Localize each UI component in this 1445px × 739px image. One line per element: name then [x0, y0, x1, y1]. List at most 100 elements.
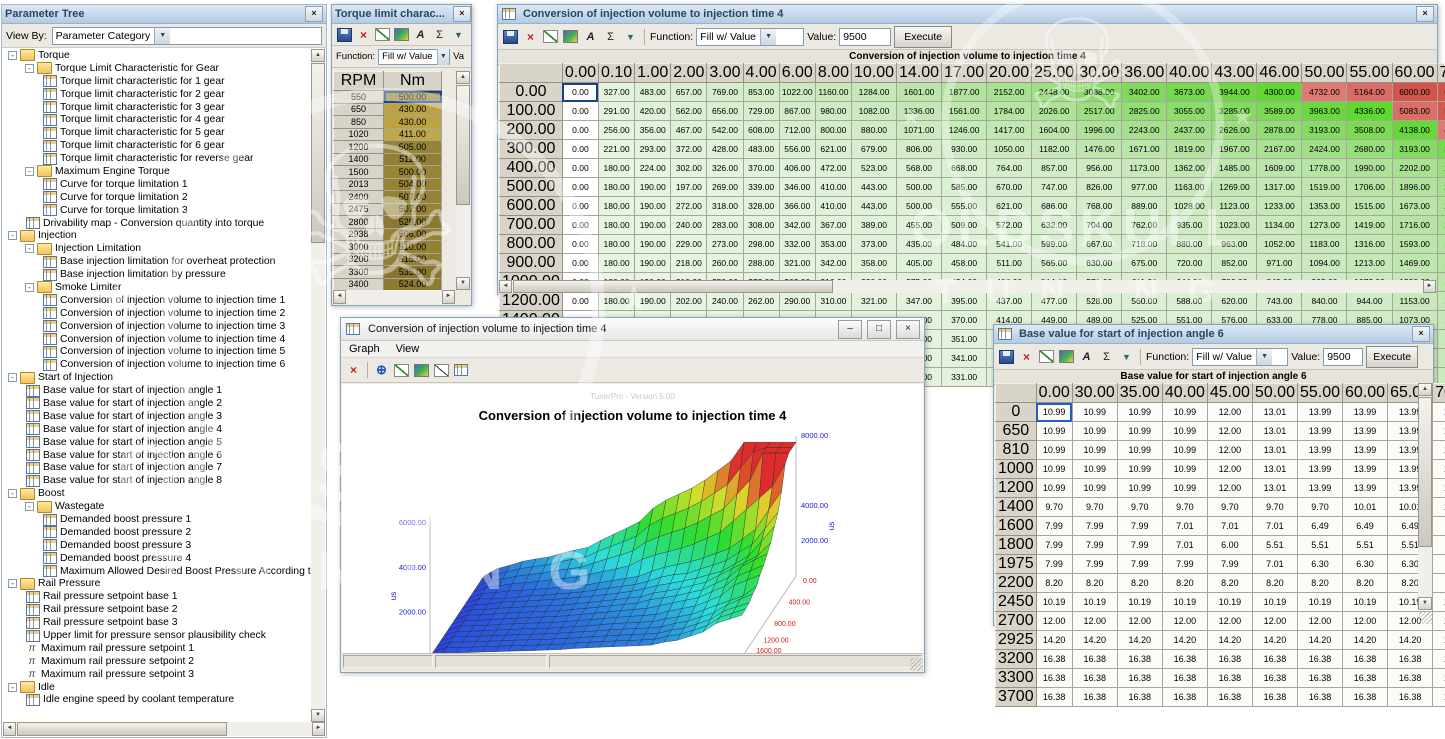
table-cell[interactable]: 980.00 — [815, 102, 851, 121]
table-cell[interactable]: 16.38 — [1207, 669, 1252, 688]
table-cell[interactable]: 10.19 — [1117, 593, 1162, 612]
table-cell[interactable]: 720.00 — [1167, 254, 1212, 273]
table-cell[interactable]: 197.00 — [671, 178, 707, 197]
table-cell[interactable]: 13.99 — [1433, 441, 1445, 460]
table-cell[interactable]: 12.00 — [1252, 612, 1297, 631]
table-cell[interactable]: 3402.00 — [1122, 83, 1167, 102]
table-cell[interactable]: 840.00 — [1302, 292, 1347, 311]
table-cell[interactable]: 0.00 — [562, 140, 598, 159]
tree-item[interactable]: Base value for start of injection angle … — [4, 384, 311, 397]
table-cell[interactable]: 0.00 — [562, 83, 598, 102]
row-header[interactable]: 1200 — [334, 141, 384, 154]
table-cell[interactable]: 528.00 — [1077, 292, 1122, 311]
table-cell[interactable]: 372.00 — [671, 140, 707, 159]
function-select[interactable]: Fill w/ Value ▼ — [378, 49, 450, 65]
table-cell[interactable]: 500.00 — [897, 178, 942, 197]
table-cell[interactable]: 10.99 — [1072, 422, 1117, 441]
table-cell[interactable]: 560.00 — [1122, 292, 1167, 311]
tree-item[interactable]: Conversion of injection volume to inject… — [4, 333, 311, 346]
row-header[interactable]: 2450 — [996, 593, 1037, 612]
table-cell[interactable]: 2272.00 — [1437, 178, 1445, 197]
table-cell[interactable]: 0.00 — [562, 121, 598, 140]
conversion-horizontal-scrollbar[interactable]: ◄ ► — [499, 280, 1436, 293]
table-cell[interactable]: 1673.00 — [1392, 197, 1437, 216]
table-cell[interactable]: 6.30 — [1343, 555, 1388, 574]
table-cell[interactable]: 437.00 — [987, 292, 1032, 311]
tree-item[interactable]: Torque limit characteristic for reverse … — [4, 152, 311, 165]
table-cell[interactable]: 13.01 — [1252, 403, 1297, 422]
table-cell[interactable]: 10.99 — [1036, 441, 1072, 460]
table-cell[interactable]: 1173.00 — [1122, 159, 1167, 178]
table-cell[interactable]: 1469.00 — [1392, 254, 1437, 273]
table-cell[interactable]: 240.00 — [707, 292, 743, 311]
table-cell[interactable]: 4138.00 — [1392, 121, 1437, 140]
table-cell[interactable]: 16.38 — [1036, 650, 1072, 669]
row-header[interactable]: 2013 — [334, 178, 384, 191]
table-cell[interactable]: 7.99 — [1117, 536, 1162, 555]
table-cell[interactable]: 762.00 — [1122, 216, 1167, 235]
scroll-thumb[interactable] — [456, 85, 470, 205]
table-cell[interactable]: 977.00 — [1122, 178, 1167, 197]
view-by-select[interactable]: Parameter Category ▼ — [52, 27, 322, 45]
table-cell[interactable]: 180.00 — [598, 235, 634, 254]
row-header[interactable]: 3200 — [334, 253, 384, 266]
row-header[interactable]: 1200 — [996, 479, 1037, 498]
table-cell[interactable]: 389.00 — [851, 216, 896, 235]
column-header[interactable]: 3.00 — [707, 64, 743, 83]
table-cell[interactable]: 190.00 — [635, 197, 671, 216]
tree-item[interactable]: πMaximum rail pressure setpoint 3 — [4, 668, 311, 681]
table-cell[interactable]: 3963.00 — [1302, 102, 1347, 121]
surface-chart-button[interactable] — [1058, 349, 1075, 365]
table-cell[interactable]: 0.00 — [562, 235, 598, 254]
table-cell[interactable]: 7.01 — [1207, 517, 1252, 536]
table-cell[interactable]: 293.00 — [635, 140, 671, 159]
table-cell[interactable]: 13.01 — [1252, 479, 1297, 498]
table-cell[interactable]: 8.20 — [1117, 574, 1162, 593]
table-cell[interactable]: 14.20 — [1433, 631, 1445, 650]
table-cell[interactable]: 443.00 — [851, 197, 896, 216]
table-cell[interactable]: 370.00 — [942, 311, 987, 330]
table-cell[interactable]: 620.00 — [1212, 292, 1257, 311]
row-header[interactable]: 1800 — [996, 536, 1037, 555]
tree-item[interactable]: πMaximum rail pressure setpoint 2 — [4, 655, 311, 668]
table-cell[interactable]: 1419.00 — [1347, 216, 1392, 235]
row-header[interactable]: 100.00 — [500, 102, 563, 121]
delete-button[interactable]: × — [345, 362, 362, 378]
table-cell[interactable]: 420.00 — [635, 102, 671, 121]
row-header[interactable]: 1020 — [334, 128, 384, 141]
row-header[interactable]: 2200 — [996, 574, 1037, 593]
tree-item[interactable]: -Rail Pressure — [4, 578, 311, 591]
table-cell[interactable]: 1183.00 — [1302, 235, 1347, 254]
table-cell[interactable]: 1253.00 — [1437, 311, 1445, 330]
table-cell[interactable]: 1861.00 — [1437, 235, 1445, 254]
table-cell[interactable]: 430.00 — [384, 116, 442, 129]
table-cell[interactable]: 9.70 — [1207, 498, 1252, 517]
table-cell[interactable]: 507.00 — [384, 191, 442, 204]
scroll-thumb[interactable] — [1418, 397, 1432, 547]
table-cell[interactable]: 7.99 — [1036, 536, 1072, 555]
table-cell[interactable]: 806.00 — [897, 140, 942, 159]
table-cell[interactable]: 10.99 — [1117, 441, 1162, 460]
tree-item[interactable]: Rail pressure setpoint base 2 — [4, 603, 311, 616]
tree-item[interactable]: πMaximum rail pressure setpoint 1 — [4, 642, 311, 655]
table-cell[interactable]: 358.00 — [851, 254, 896, 273]
tree-item[interactable]: Curve for torque limitation 1 — [4, 178, 311, 191]
column-header[interactable]: 17.00 — [942, 64, 987, 83]
table-cell[interactable]: 747.00 — [1032, 178, 1077, 197]
table-cell[interactable]: 541.00 — [987, 235, 1032, 254]
column-header[interactable]: 45.00 — [1207, 384, 1252, 403]
tree-item[interactable]: Conversion of injection volume to inject… — [4, 320, 311, 333]
menu-view[interactable]: View — [396, 343, 420, 355]
table-cell[interactable]: 346.00 — [779, 178, 815, 197]
table-cell[interactable]: 13.99 — [1297, 479, 1342, 498]
table-cell[interactable]: 366.00 — [779, 197, 815, 216]
tree-vertical-scrollbar[interactable]: ▲ ▼ — [311, 49, 325, 722]
table-cell[interactable]: 10.99 — [1162, 403, 1207, 422]
table-cell[interactable]: 328.00 — [743, 197, 779, 216]
menu-graph[interactable]: Graph — [349, 343, 380, 355]
table-cell[interactable]: 507.00 — [384, 203, 442, 216]
column-header[interactable]: 0.00 — [1036, 384, 1072, 403]
table-cell[interactable]: 16.38 — [1036, 688, 1072, 707]
table-cell[interactable]: 16.38 — [1252, 650, 1297, 669]
table-cell[interactable]: 9.70 — [1072, 498, 1117, 517]
